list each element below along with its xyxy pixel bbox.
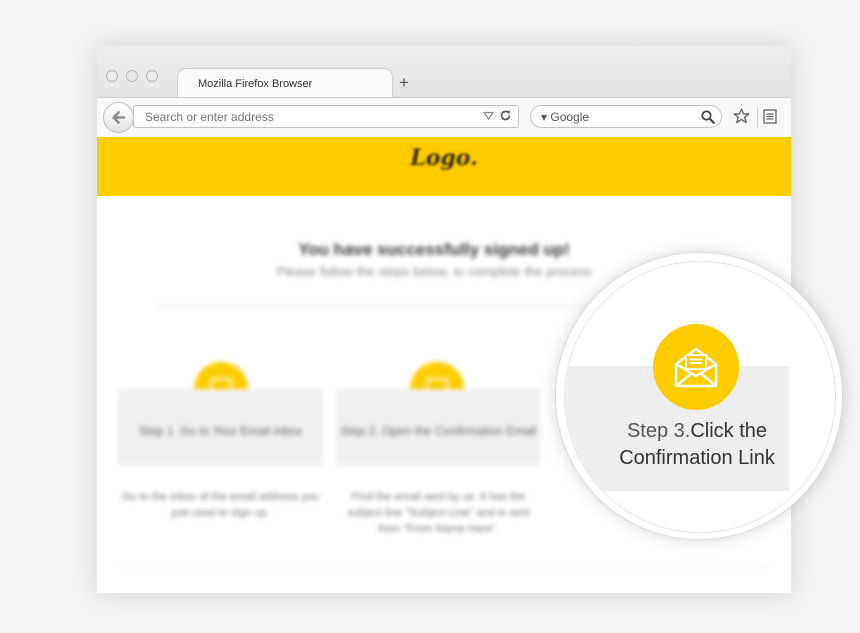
bookmark-star-icon[interactable] (733, 108, 750, 125)
search-icon[interactable] (701, 110, 715, 124)
address-placeholder: Search or enter address (145, 110, 274, 124)
step-3-prefix: Step 3. (626, 420, 691, 442)
back-button[interactable] (103, 102, 134, 133)
step-2-card: Step 2. Open the Confirmation Email (336, 389, 541, 465)
step-1-card: Step 1. Go to Your Email inbox (118, 389, 323, 465)
search-engine-label[interactable]: ▾ Google (541, 106, 589, 128)
magnifier-lens: Step 3.Click the Confirmation Link (555, 252, 843, 540)
site-logo[interactable]: Logo. (97, 145, 791, 171)
open-envelope-icon (674, 347, 718, 388)
tab-bar: Mozilla Firefox Browser + (97, 46, 791, 98)
reload-icon[interactable] (499, 109, 512, 122)
browser-tab[interactable]: Mozilla Firefox Browser (177, 68, 393, 98)
new-tab-button[interactable]: + (399, 73, 409, 93)
toolbar-divider (757, 107, 758, 127)
address-bar[interactable]: Search or enter address (133, 105, 519, 128)
step-3-zoom: Step 3.Click the Confirmation Link (564, 261, 836, 533)
step-2-label: Step 2. Open the Confirmation Email (340, 424, 537, 438)
step-2-description: Find the email sent by us. It has the su… (347, 491, 530, 535)
dropdown-arrow-icon[interactable] (483, 110, 494, 121)
close-window-button[interactable] (106, 70, 118, 82)
bookmarks-menu-icon[interactable] (763, 109, 777, 124)
footer-divider (117, 566, 767, 567)
step-1-description: Go to the inbox of the email address you… (121, 491, 320, 519)
step-1-label: Step 1. Go to Your Email inbox (138, 424, 303, 438)
search-engine-name: Google (550, 110, 590, 124)
step-3-label: Step 3.Click the Confirmation Link (565, 418, 829, 472)
step-3-line2[interactable]: Confirmation Link (619, 447, 775, 469)
minimize-window-button[interactable] (126, 70, 138, 82)
navigation-toolbar: Search or enter address ▾ Google (97, 97, 791, 139)
maximize-window-button[interactable] (146, 70, 158, 82)
tab-title: Mozilla Firefox Browser (198, 78, 313, 90)
envelope-icon (653, 324, 739, 410)
back-arrow-icon (112, 111, 126, 124)
site-header: Logo. (97, 137, 791, 196)
step-3-line1: Click the (690, 420, 768, 442)
search-bar[interactable]: ▾ Google (530, 105, 722, 128)
